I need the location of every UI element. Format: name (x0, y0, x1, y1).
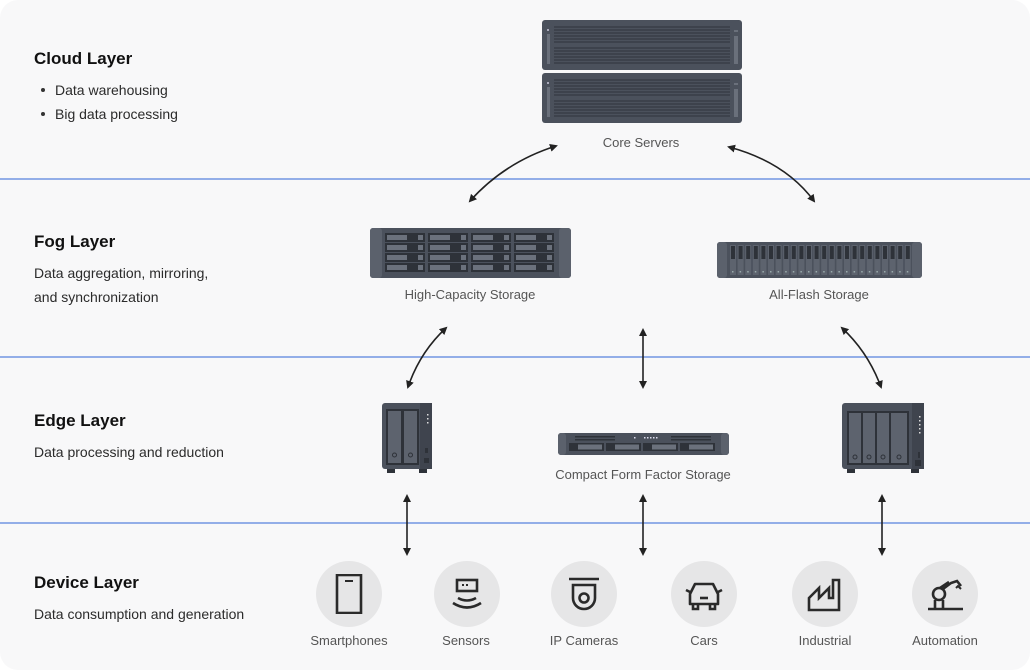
smartphone-device (316, 561, 382, 627)
device-label: Automation (912, 633, 978, 648)
sensor-device (434, 561, 500, 627)
car-device (671, 561, 737, 627)
architecture-diagram: Cloud Layer Data warehousing Big data pr… (0, 0, 1030, 670)
device-label: Sensors (442, 633, 490, 648)
industrial-device (792, 561, 858, 627)
automation-device (912, 561, 978, 627)
arrow-all-flash-to-edge-4bay (840, 326, 883, 389)
arrow-core-to-all-flash (727, 144, 816, 203)
smartphone-icon (335, 574, 363, 614)
connection-arrows (403, 143, 886, 556)
car-icon (685, 582, 723, 611)
arrow-core-to-high-capacity (468, 143, 558, 203)
arrow-high-capacity-to-edge-2bay (406, 326, 448, 389)
robot-arm-icon (928, 579, 963, 611)
device-label: Smartphones (310, 633, 388, 648)
device-label: IP Cameras (549, 633, 619, 648)
device-label: Cars (690, 633, 718, 648)
device-label: Industrial (798, 633, 852, 648)
sensor-icon (452, 578, 482, 609)
ip-camera-device (551, 561, 617, 627)
factory-icon (807, 578, 841, 612)
ip-camera-icon (569, 577, 599, 611)
